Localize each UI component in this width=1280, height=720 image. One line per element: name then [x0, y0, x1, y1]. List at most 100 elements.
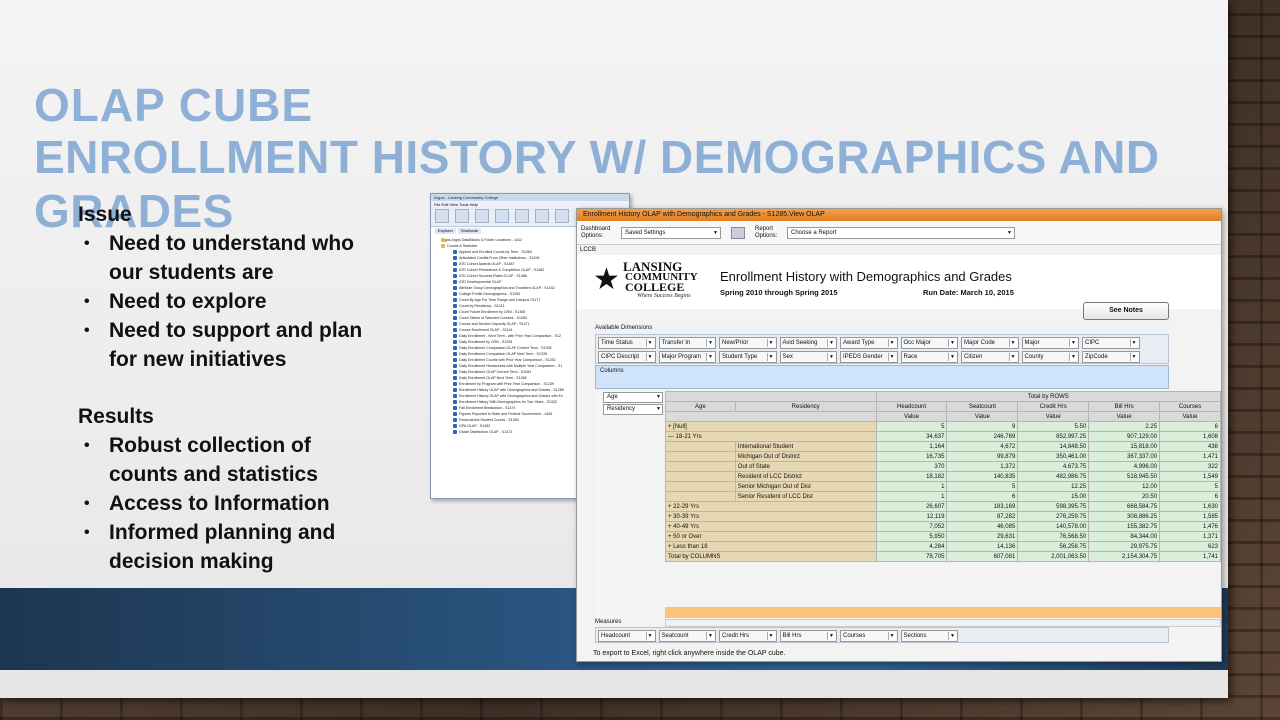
value-cell: 12.25	[1017, 481, 1090, 492]
olap-grid[interactable]: Total by ROWS Age Residency Headcount Seatco…	[665, 391, 1221, 607]
issue-heading: Issue	[78, 203, 132, 226]
row-dim-age[interactable]: Age	[603, 392, 663, 403]
paste-icon[interactable]	[535, 209, 549, 223]
measure-selector[interactable]: Headcount	[598, 630, 656, 642]
age-cell: + 40-49 Yrs	[665, 521, 877, 532]
age-spacer	[665, 461, 736, 472]
dimension-selector[interactable]: CIPC Descript	[598, 351, 656, 363]
dimension-selector[interactable]: Occ Major	[900, 337, 958, 349]
dimension-selector[interactable]: Major Code	[961, 337, 1019, 349]
dimension-selector[interactable]: Time Status	[598, 337, 656, 349]
forward-icon[interactable]	[475, 209, 489, 223]
olap-window: Enrollment History OLAP with Demographic…	[576, 208, 1222, 662]
measure-header: Courses	[1159, 401, 1221, 412]
value-cell: 183,169	[946, 501, 1019, 512]
dimension-selector[interactable]: Citizen	[961, 351, 1019, 363]
issue-item: Need to understand who our students are	[78, 229, 378, 287]
report-options-select[interactable]: Choose a Report	[787, 226, 1015, 239]
dimension-selector[interactable]: CIPC	[1082, 337, 1140, 349]
value-cell: 246,769	[946, 431, 1019, 442]
dimension-selector[interactable]: Transfer In	[658, 337, 716, 349]
back-icon[interactable]	[455, 209, 469, 223]
tab-explorer[interactable]: Explorer	[435, 228, 456, 234]
columns-drop-zone[interactable]: Columns	[595, 365, 1169, 389]
see-notes-button[interactable]: See Notes	[1083, 302, 1169, 320]
value-cell: 14,136	[946, 541, 1019, 552]
tab-shortcuts[interactable]: Shortcuts	[457, 228, 481, 234]
value-cell: 140,578.00	[1017, 521, 1090, 532]
dimension-selector[interactable]: Award Type	[840, 337, 898, 349]
value-cell: 12,119	[875, 511, 948, 522]
value-cell: 29,631	[946, 531, 1019, 542]
measure-selector[interactable]: Credit Hrs	[719, 630, 777, 642]
age-cell: + 30-39 Yrs	[665, 511, 877, 522]
measure-selector[interactable]: Bill Hrs	[779, 630, 837, 642]
dimension-selector[interactable]: Sex	[779, 351, 837, 363]
horizontal-scrollbar[interactable]	[665, 619, 1221, 627]
dimension-selector[interactable]: Major Program	[658, 351, 716, 363]
value-cell: 5	[1159, 481, 1221, 492]
copy-icon[interactable]	[515, 209, 529, 223]
value-cell: 598,395.75	[1017, 501, 1090, 512]
slide-title-line1: OLAP CUBE	[34, 79, 314, 131]
printer-icon[interactable]	[731, 226, 745, 239]
value-cell: 2,001,063.50	[1017, 551, 1090, 562]
value-cell: 1,630	[1159, 501, 1221, 512]
value-cell: 1,549	[1159, 471, 1221, 482]
value-cell: 20.50	[1088, 491, 1161, 502]
dashboard-options-label: Dashboard Options:	[581, 225, 611, 239]
dimension-selector[interactable]: County	[1021, 351, 1079, 363]
age-spacer	[665, 491, 736, 502]
value-cell: 1,741	[1159, 551, 1221, 562]
value-cell: 14,848.50	[1017, 441, 1090, 452]
dimension-selector[interactable]: Student Type	[719, 351, 777, 363]
value-cell: 276,259.75	[1017, 511, 1090, 522]
value-cell: 1,585	[1159, 511, 1221, 522]
value-cell: 607,081	[946, 551, 1019, 562]
value-cell: 518,945.50	[1088, 471, 1161, 482]
logout-icon[interactable]	[435, 209, 449, 223]
lccb-label: LCCB	[580, 247, 597, 253]
value-cell: 4,996.00	[1088, 461, 1161, 472]
measure-selector[interactable]: Seatcount	[658, 630, 716, 642]
value-cell: 46,085	[946, 521, 1019, 532]
dimension-selector[interactable]: New/Prior	[719, 337, 777, 349]
value-cell: 6	[1159, 491, 1221, 502]
value-cell: 2.25	[1088, 421, 1161, 432]
value-cell: 5	[946, 481, 1019, 492]
value-cell: 668,584.75	[1088, 501, 1161, 512]
blank-header	[665, 411, 877, 422]
residency-cell: Senior Resident of LCC Dist	[734, 491, 877, 502]
value-cell: 16,735	[875, 451, 948, 462]
residency-cell: Out of State	[734, 461, 877, 472]
dimension-selector[interactable]: Race	[900, 351, 958, 363]
dimension-selector[interactable]: Major	[1021, 337, 1079, 349]
dimension-selector[interactable]: Avid Seeking	[779, 337, 837, 349]
lcc-logo: ★ LANSING COMMUNITY COLLEGE Where Succes…	[591, 259, 698, 301]
value-cell: 5.50	[1017, 421, 1090, 432]
measure-selector[interactable]: Courses	[840, 630, 898, 642]
grid-corner	[665, 391, 877, 402]
value-cell: 26,607	[875, 501, 948, 512]
row-dim-residency[interactable]: Residency	[603, 404, 663, 415]
value-cell: 9	[946, 421, 1019, 432]
value-cell: 7,052	[875, 521, 948, 532]
delete-icon[interactable]	[555, 209, 569, 223]
measure-selector[interactable]: Sections	[900, 630, 958, 642]
olap-title: Enrollment History OLAP with Demographic…	[577, 209, 1221, 221]
issue-item: Need to explore	[78, 287, 378, 316]
value-cell: 99,879	[946, 451, 1019, 462]
value-cell: 2,154,304.75	[1088, 551, 1161, 562]
dashboard-options-select[interactable]: Saved Settings	[621, 226, 721, 239]
value-cell: 155,382.75	[1088, 521, 1161, 532]
results-item: Robust collection of counts and statisti…	[78, 431, 378, 489]
value-cell: 87,282	[946, 511, 1019, 522]
cut-icon[interactable]	[495, 209, 509, 223]
value-cell: 6	[946, 491, 1019, 502]
logo-line3: COLLEGE	[625, 280, 685, 294]
dimension-selector[interactable]: ZipCode	[1082, 351, 1140, 363]
dimension-selector[interactable]: IPEDS Gender	[840, 351, 898, 363]
value-cell: 84,344.00	[1088, 531, 1161, 542]
residency-cell: International Student	[734, 441, 877, 452]
value-cell: 15,818.00	[1088, 441, 1161, 452]
